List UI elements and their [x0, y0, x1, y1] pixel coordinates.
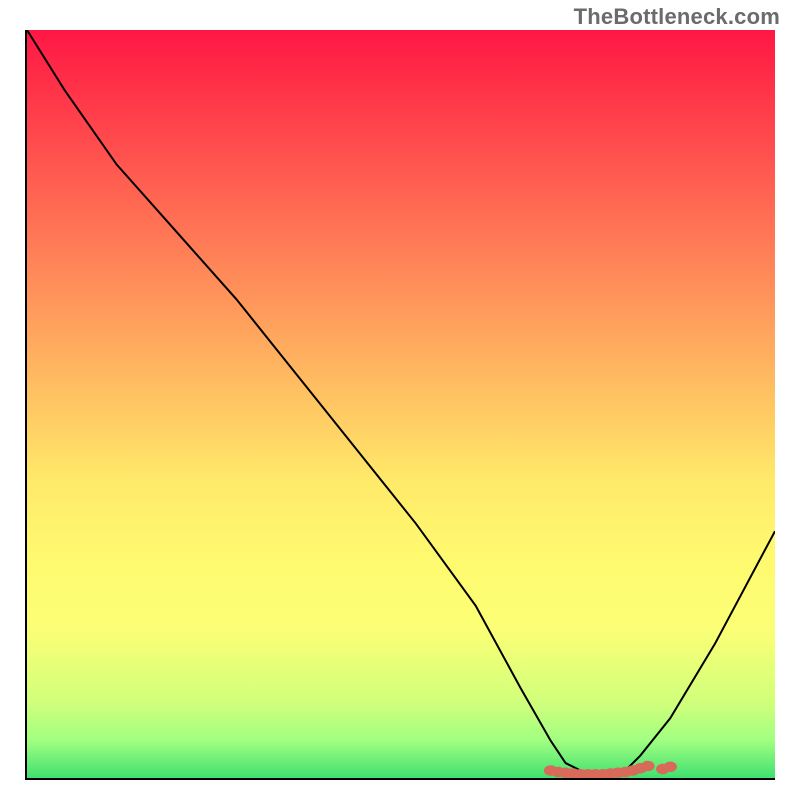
chart-area: [25, 30, 775, 780]
watermark-text: TheBottleneck.com: [574, 4, 780, 30]
optimal-marker: [641, 761, 654, 771]
optimal-region-markers: [544, 761, 677, 778]
chart-svg: [27, 30, 775, 778]
bottleneck-curve: [27, 30, 775, 778]
optimal-marker: [664, 762, 677, 772]
